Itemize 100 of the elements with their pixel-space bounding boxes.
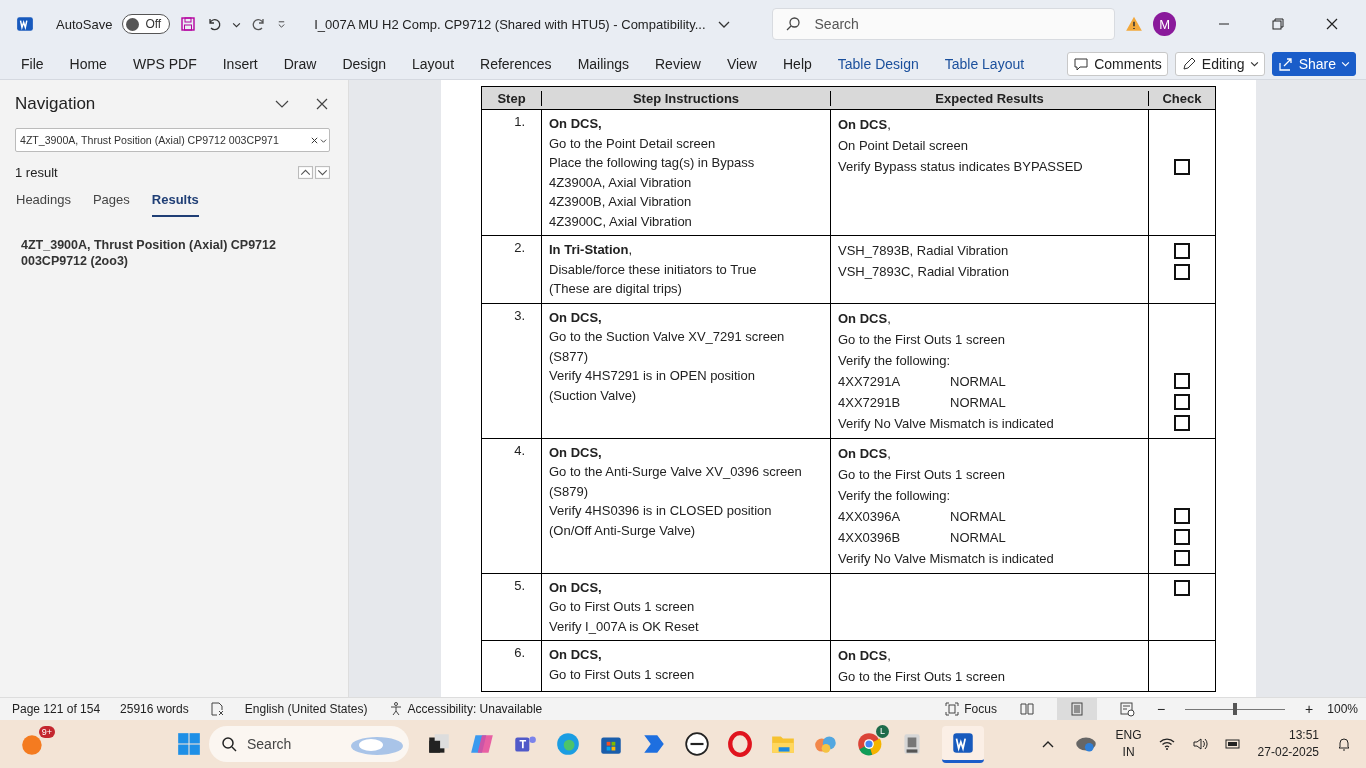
ribbon-tab[interactable]: Table Layout	[931, 55, 1038, 72]
column-header: Step	[482, 90, 542, 106]
checkbox[interactable]	[1174, 242, 1190, 259]
focus-icon[interactable]	[944, 701, 961, 717]
focus-button[interactable]: Focus	[964, 702, 997, 716]
speaker-icon[interactable]	[1191, 736, 1208, 752]
step-number: 1.	[514, 114, 525, 129]
instruction-text: In Tri-Station,	[549, 241, 634, 259]
page-count[interactable]: Page 121 of 154	[12, 702, 101, 716]
caret-icon[interactable]	[320, 137, 327, 144]
caret-icon	[1249, 59, 1259, 68]
autosave-toggle[interactable]: Off	[122, 14, 171, 34]
share-icon	[1277, 55, 1294, 72]
clear-icon[interactable]	[310, 136, 319, 145]
pane-tab[interactable]: Headings	[16, 192, 71, 217]
comments-button[interactable]: Comments	[1067, 51, 1168, 76]
ribbon-tab[interactable]: References	[467, 55, 565, 72]
checkbox[interactable]	[1174, 158, 1190, 175]
battery-icon[interactable]	[1224, 736, 1241, 752]
ribbon-tab[interactable]: Table Design	[824, 55, 932, 72]
instruction-text: Go to First Outs 1 screen	[549, 665, 696, 684]
zoom-in-button[interactable]: +	[1305, 701, 1314, 717]
expected-result-text: On DCS,	[838, 116, 891, 134]
pencil-icon	[1180, 55, 1197, 72]
ribbon-tab[interactable]: Help	[770, 55, 825, 72]
language-indicator[interactable]: ENG IN	[1115, 727, 1142, 761]
zoom-out-button[interactable]: −	[1156, 701, 1166, 717]
checkbox[interactable]	[1174, 550, 1190, 566]
instruction-text: Go to First Outs 1 screen	[549, 598, 696, 616]
instruction-text: (These are digital trips)	[549, 280, 683, 298]
checkbox[interactable]	[1174, 263, 1190, 280]
accessibility-status[interactable]: Accessibility: Unavailable	[407, 702, 543, 716]
instruction-text: 4Z3900B, Axial Vibration	[549, 193, 693, 211]
caret-icon	[1341, 59, 1350, 68]
taskbar-search[interactable]: Search	[209, 726, 409, 762]
zoom-level[interactable]: 100%	[1327, 702, 1358, 716]
checkbox[interactable]	[1174, 508, 1190, 524]
status-text: NORMAL	[950, 393, 1006, 412]
expected-result-text: Go to the First Outs 1 screen	[838, 330, 1005, 349]
close-icon[interactable]	[1324, 16, 1340, 32]
start-icon[interactable]	[176, 731, 202, 757]
chrome-icon[interactable]	[856, 731, 882, 757]
restore-icon[interactable]	[1270, 16, 1286, 32]
search-field[interactable]: 4ZT_3900A, Thrust Position (Axial) CP9712 003CP971	[15, 128, 330, 152]
ribbon-tab[interactable]: Home	[56, 55, 120, 72]
step-number: 5.	[514, 577, 525, 593]
instruction-text: (S877)	[549, 347, 590, 366]
pane-tab[interactable]: Results	[151, 192, 199, 217]
expected-result-text: 4XX0396B	[838, 528, 902, 547]
expected-result-text: 4XX0396A	[838, 507, 902, 526]
expected-result-text: Verify No Valve Mismatch is indicated	[838, 414, 1054, 433]
instruction-text: Verify 4HS0396 is in CLOSED position	[549, 502, 773, 520]
search-field[interactable]: Search	[771, 8, 1116, 40]
ribbon-tab[interactable]: Design	[329, 55, 399, 72]
instruction-text: (S879)	[549, 482, 590, 501]
ribbon-tab[interactable]: File	[8, 55, 57, 72]
ribbon-tab[interactable]: Mailings	[564, 55, 642, 72]
word-count[interactable]: 25916 words	[120, 702, 189, 716]
proofing-icon[interactable]	[208, 701, 225, 717]
checkbox[interactable]	[1174, 394, 1190, 410]
status-text: NORMAL	[950, 528, 1006, 547]
checkbox[interactable]	[1174, 529, 1190, 545]
pane-tab[interactable]: Pages	[92, 192, 130, 217]
instruction-text: 4Z3900A, Axial Vibration	[549, 173, 693, 192]
checkbox[interactable]	[1174, 373, 1190, 389]
expected-result-text: Verify the following:	[838, 486, 950, 505]
ribbon-tab[interactable]: Layout	[399, 55, 468, 72]
share-button[interactable]: Share	[1271, 51, 1356, 76]
ribbon-tab[interactable]: Insert	[209, 55, 271, 72]
close-icon[interactable]	[314, 96, 330, 112]
ribbon-tab[interactable]: View	[713, 55, 770, 72]
language-status[interactable]: English (United States)	[244, 702, 368, 716]
bell-icon[interactable]	[1336, 736, 1352, 752]
wifi-icon[interactable]	[1158, 736, 1175, 752]
instruction-text: On DCS,	[549, 443, 603, 462]
editing-button[interactable]: Editing	[1174, 51, 1265, 76]
instruction-text: On DCS,	[549, 115, 603, 133]
search-icon	[221, 736, 237, 752]
ribbon-tab[interactable]: Review	[642, 55, 714, 72]
ribbon-tab[interactable]: WPS PDF	[119, 55, 210, 72]
expected-result-text: VSH_7893B, Radial Vibration	[838, 242, 1009, 260]
web-layout-icon[interactable]	[1118, 701, 1135, 717]
print-layout-button[interactable]	[1056, 698, 1097, 720]
ribbon-tab[interactable]: Draw	[270, 55, 330, 72]
checkbox[interactable]	[1174, 415, 1190, 431]
customize-icon[interactable]	[277, 19, 287, 29]
opera-icon[interactable]	[727, 731, 753, 757]
instruction-text: Go to the Point Detail screen	[549, 134, 717, 153]
next-result-icon[interactable]	[315, 165, 330, 179]
previous-result-icon[interactable]	[298, 165, 313, 179]
undo-icon[interactable]	[206, 16, 223, 32]
word-taskbar-button[interactable]	[942, 725, 984, 763]
read-mode-icon[interactable]	[1018, 701, 1035, 717]
search-result[interactable]: 4ZT_3900A, Thrust Position (Axial) CP9712 003CP9712 (2oo3)	[15, 237, 330, 269]
clock[interactable]: 13:51 27-02-2025	[1257, 727, 1319, 761]
warning-icon[interactable]	[1125, 15, 1144, 33]
status-text: NORMAL	[950, 507, 1006, 526]
user-avatar[interactable]: M	[1153, 12, 1176, 36]
save-icon[interactable]	[180, 16, 197, 32]
checkbox[interactable]	[1174, 580, 1190, 596]
